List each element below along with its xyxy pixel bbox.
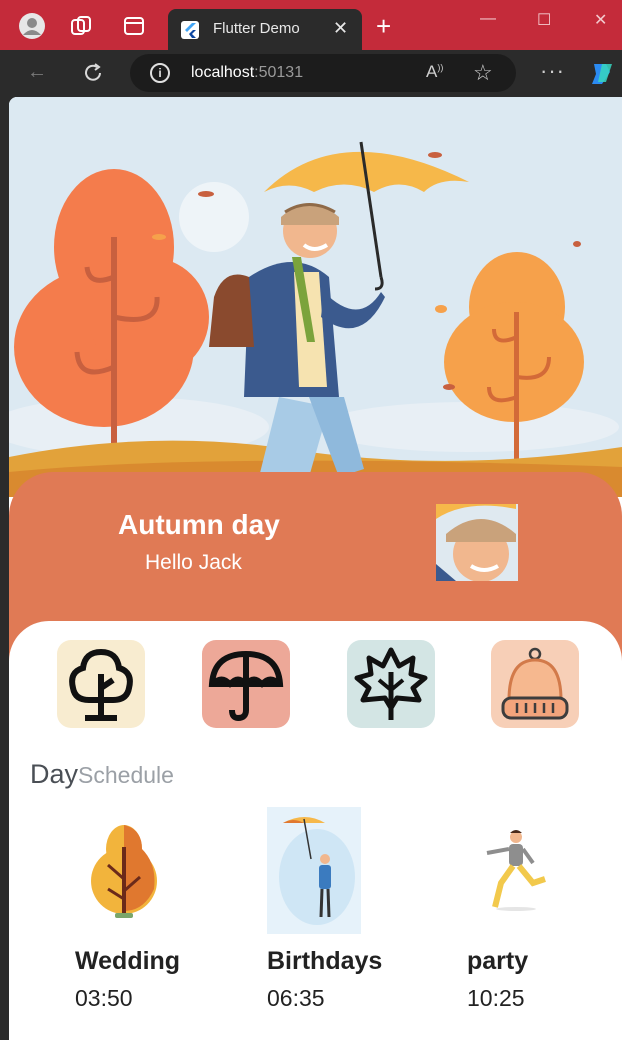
schedule-heading: DaySchedule bbox=[30, 759, 174, 789]
favorite-star-icon[interactable]: ☆ bbox=[473, 60, 493, 86]
app-viewport: Autumn day Hello Jack DaySchedule Weddin… bbox=[9, 97, 622, 1040]
maple-leaf-icon bbox=[354, 647, 428, 720]
autumn-tree-image bbox=[91, 825, 157, 918]
event-time-wedding: 03:50 bbox=[75, 985, 133, 1011]
more-menu-icon[interactable]: ··· bbox=[540, 58, 565, 84]
maximize-icon[interactable]: ☐ bbox=[537, 10, 551, 30]
minimize-icon[interactable]: — bbox=[480, 10, 496, 28]
category-tree[interactable] bbox=[57, 640, 145, 728]
umbrella-boy-image bbox=[267, 807, 361, 934]
running-man-image bbox=[486, 830, 546, 911]
beanie-hat-icon bbox=[501, 647, 569, 720]
event-time-party: 10:25 bbox=[467, 985, 525, 1011]
avatar[interactable] bbox=[436, 504, 518, 581]
greeting-text: Hello Jack bbox=[145, 551, 242, 574]
browser-toolbar: ← i localhost:50131 A)) ☆ ··· bbox=[0, 50, 622, 97]
site-info-icon[interactable]: i bbox=[150, 63, 170, 83]
category-umbrella[interactable] bbox=[202, 640, 290, 728]
refresh-icon[interactable] bbox=[82, 62, 104, 84]
tab-strip: Flutter Demo ✕ + — ☐ ✕ bbox=[0, 0, 622, 50]
url-text: localhost:50131 bbox=[191, 64, 304, 81]
read-aloud-icon[interactable]: A)) bbox=[426, 62, 443, 82]
event-time-birthdays: 06:35 bbox=[267, 985, 325, 1011]
category-hat[interactable] bbox=[491, 640, 579, 728]
event-name-birthdays: Birthdays bbox=[267, 947, 383, 975]
close-window-icon[interactable]: ✕ bbox=[594, 10, 607, 30]
tab-actions-icon[interactable] bbox=[120, 12, 148, 40]
tab-flutter-demo[interactable]: Flutter Demo ✕ bbox=[168, 9, 362, 50]
back-icon[interactable]: ← bbox=[27, 61, 47, 84]
category-leaf[interactable] bbox=[347, 640, 435, 728]
page-title: Autumn day bbox=[118, 509, 280, 540]
profile-icon[interactable] bbox=[18, 12, 46, 40]
tree-icon bbox=[69, 648, 133, 721]
event-name-wedding: Wedding bbox=[75, 947, 181, 975]
flutter-icon bbox=[181, 21, 199, 39]
umbrella-icon bbox=[208, 650, 284, 722]
address-bar[interactable]: i localhost:50131 A)) ☆ bbox=[130, 54, 516, 92]
copilot-icon[interactable] bbox=[588, 60, 616, 88]
browser-window: Flutter Demo ✕ + — ☐ ✕ ← i localhost:501… bbox=[0, 0, 622, 1040]
new-tab-icon[interactable]: + bbox=[376, 13, 391, 39]
tab-title: Flutter Demo bbox=[213, 20, 300, 37]
event-name-party: party bbox=[467, 947, 529, 975]
workspaces-icon[interactable] bbox=[68, 12, 96, 40]
autumn-hero-illustration bbox=[9, 97, 622, 497]
close-tab-icon[interactable]: ✕ bbox=[333, 18, 348, 39]
